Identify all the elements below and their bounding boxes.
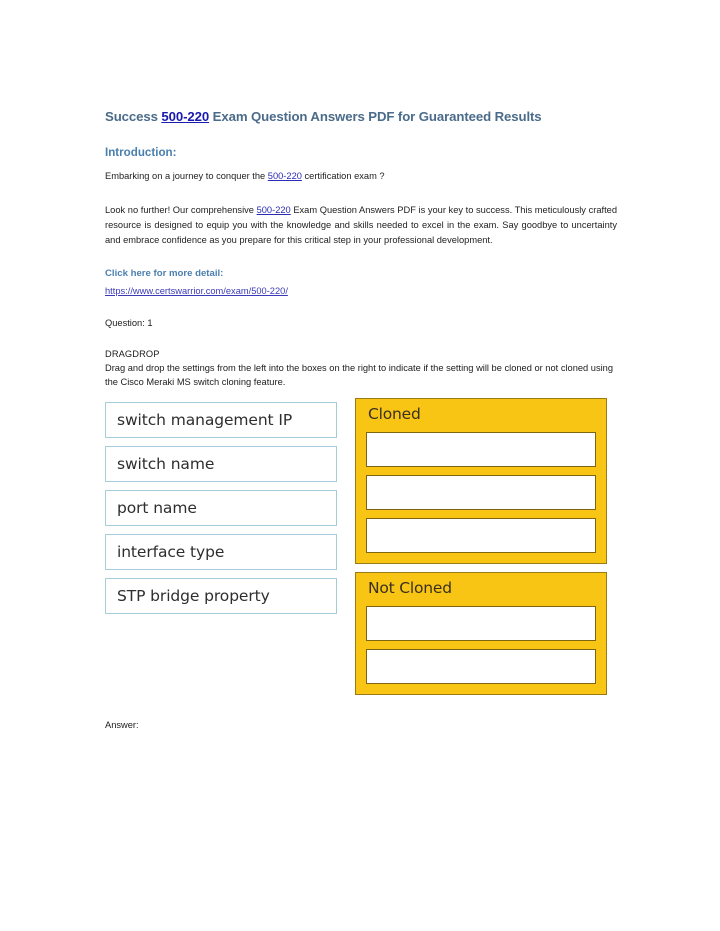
drop-zone-title: Not Cloned	[368, 578, 452, 597]
intro-line-suffix: certification exam ?	[301, 171, 385, 182]
draggable-item[interactable]: port name	[105, 490, 337, 526]
drop-slot[interactable]	[366, 474, 596, 510]
draggable-item[interactable]: switch name	[105, 446, 337, 482]
exam-page-url-link[interactable]: https://www.certswarrior.com/exam/500-22…	[105, 285, 617, 298]
click-here-heading: Click here for more detail:	[105, 268, 224, 280]
drop-slot[interactable]	[366, 431, 596, 467]
exam-code-link-title[interactable]: 500-220	[161, 109, 209, 124]
drop-slot[interactable]	[366, 517, 596, 553]
document-content: Success 500-220 Exam Question Answers PD…	[105, 108, 617, 389]
intro-line: Embarking on a journey to conquer the 50…	[105, 169, 617, 184]
drop-slot[interactable]	[366, 605, 596, 641]
draggable-item[interactable]: switch management IP	[105, 402, 337, 438]
page-title-suffix: Exam Question Answers PDF for Guaranteed…	[209, 109, 542, 124]
intro-line-prefix: Embarking on a journey to conquer the	[105, 171, 268, 182]
draggable-item[interactable]: interface type	[105, 534, 337, 570]
drop-zone-not-cloned[interactable]: Not Cloned	[355, 571, 607, 695]
drop-zone-cloned[interactable]: Cloned	[355, 398, 607, 564]
exam-code-link-intro[interactable]: 500-220	[268, 171, 302, 181]
document-page: Success 500-220 Exam Question Answers PD…	[0, 0, 720, 931]
page-title-prefix: Success	[105, 109, 162, 124]
drop-zones-container: Cloned Not Cloned	[355, 398, 607, 695]
lead-paragraph-prefix: Look no further! Our comprehensive	[105, 205, 257, 216]
drag-drop-diagram: switch management IP switch name port na…	[105, 398, 617, 720]
drop-zone-title: Cloned	[368, 405, 421, 423]
answer-label: Answer:	[105, 720, 139, 730]
question-number-label: Question: 1	[105, 317, 153, 328]
question-prompt: Drag and drop the settings from the left…	[105, 363, 614, 387]
draggable-items-list: switch management IP switch name port na…	[105, 402, 337, 614]
exam-code-link-body[interactable]: 500-220	[257, 205, 291, 215]
drop-slot[interactable]	[366, 648, 596, 684]
page-title: Success 500-220 Exam Question Answers PD…	[105, 108, 617, 125]
question-type-label: DRAGDROP	[105, 348, 160, 359]
draggable-item[interactable]: STP bridge property	[105, 578, 337, 614]
introduction-heading: Introduction:	[105, 146, 177, 160]
lead-paragraph: Look no further! Our comprehensive 500-2…	[105, 203, 617, 248]
